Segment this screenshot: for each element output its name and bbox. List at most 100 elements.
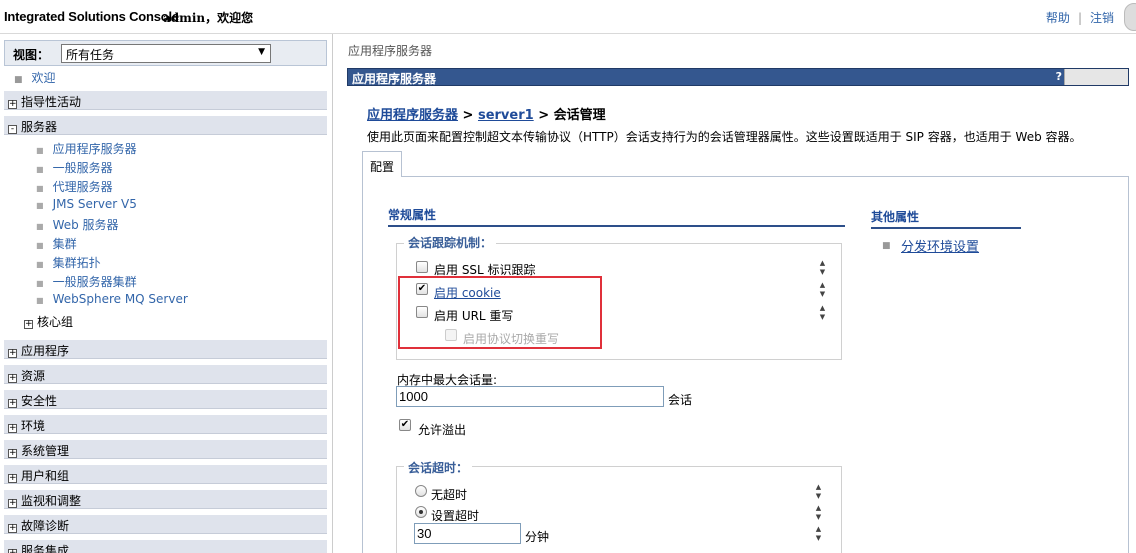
max-sessions-unit: 会话 bbox=[668, 393, 693, 407]
expand-icon: + bbox=[8, 348, 17, 358]
banner-separator: | bbox=[1077, 11, 1082, 25]
portlet-title: 应用程序服务器 bbox=[352, 72, 437, 86]
nav-category-resources[interactable]: + 资源 bbox=[4, 365, 327, 384]
nav-category-label: 资源 bbox=[21, 369, 46, 383]
timeout-value-spinner-icon[interactable]: ▲ ▼ bbox=[814, 525, 823, 547]
breadcrumb-current: 会话管理 bbox=[553, 108, 606, 123]
expand-icon: + bbox=[24, 319, 33, 329]
nav-category-label: 故障诊断 bbox=[21, 519, 70, 533]
nav-category-label: 监视和调整 bbox=[21, 494, 82, 508]
collapse-icon: - bbox=[8, 125, 17, 134]
welcome-user: admin，欢迎您 bbox=[163, 11, 254, 25]
page-description: 使用此页面来配置控制超文本传输协议（HTTP）会话支持行为的会话管理器属性。这些… bbox=[367, 130, 1082, 144]
highlight-box bbox=[398, 276, 602, 349]
nav-category-users-groups[interactable]: + 用户和组 bbox=[4, 465, 327, 484]
nav-category-monitoring[interactable]: + 监视和调整 bbox=[4, 490, 327, 509]
nav-item-label: 应用程序服务器 bbox=[52, 142, 137, 156]
ssl-tracking-checkbox[interactable] bbox=[416, 261, 428, 273]
no-timeout-label: 无超时 bbox=[431, 488, 468, 502]
view-selector-bar: 视图： 所有任务 ▼ bbox=[4, 40, 327, 66]
nav-item-cluster-topology[interactable]: ■ 集群拓扑 bbox=[36, 254, 101, 271]
bullet-icon: ■ bbox=[36, 201, 44, 210]
portlet-titlebar: 应用程序服务器 ? bbox=[347, 68, 1129, 86]
nav-item-label: 集群拓扑 bbox=[52, 256, 101, 270]
nav-category-applications[interactable]: + 应用程序 bbox=[4, 340, 327, 359]
nav-item-clusters[interactable]: ■ 集群 bbox=[36, 235, 77, 252]
nav-item-core-group[interactable]: + 核心组 bbox=[24, 313, 73, 330]
set-timeout-label: 设置超时 bbox=[431, 509, 480, 523]
nav-item-label: 一般服务器集群 bbox=[52, 275, 137, 289]
banner-links: 帮助 | 注销 bbox=[1046, 9, 1114, 26]
nav-category-label: 应用程序 bbox=[21, 344, 70, 358]
nav-item-proxy-servers[interactable]: ■ 代理服务器 bbox=[36, 178, 113, 195]
nav-category-label: 安全性 bbox=[21, 394, 58, 408]
set-timeout-spinner-icon[interactable]: ▲ ▼ bbox=[814, 504, 823, 526]
nav-category-label: 服务器 bbox=[21, 120, 58, 134]
allow-overflow-checkbox[interactable]: ✔ bbox=[399, 419, 411, 431]
nav-item-label: 核心组 bbox=[37, 315, 74, 329]
set-timeout-radio[interactable] bbox=[415, 506, 427, 518]
bullet-icon: ■ bbox=[36, 296, 44, 305]
nav-item-generic-servers[interactable]: ■ 一般服务器 bbox=[36, 159, 113, 176]
nav-category-troubleshooting[interactable]: + 故障诊断 bbox=[4, 515, 327, 534]
nav-item-label: Web 服务器 bbox=[52, 218, 119, 232]
view-label: 视图： bbox=[13, 48, 50, 62]
expand-icon: + bbox=[8, 398, 17, 408]
nav-item-label: 代理服务器 bbox=[52, 180, 113, 194]
bullet-icon: ■ bbox=[36, 260, 44, 269]
help-icon[interactable]: ? bbox=[1056, 70, 1062, 83]
nav-category-guided[interactable]: + 指导性活动 bbox=[4, 91, 327, 110]
nav-category-security[interactable]: + 安全性 bbox=[4, 390, 327, 409]
nav-item-label: 一般服务器 bbox=[52, 161, 113, 175]
other-properties-title: 其他属性 bbox=[871, 208, 1021, 229]
ssl-spinner-icon[interactable]: ▲ ▼ bbox=[818, 259, 827, 281]
nav-category-label: 环境 bbox=[21, 419, 46, 433]
breadcrumb-server1-link[interactable]: server1 bbox=[478, 108, 534, 123]
max-sessions-input[interactable] bbox=[396, 386, 664, 407]
expand-icon: + bbox=[8, 373, 17, 383]
expand-icon: + bbox=[8, 99, 17, 109]
nav-category-label: 系统管理 bbox=[21, 444, 70, 458]
nav-category-label: 服务集成 bbox=[21, 544, 70, 553]
navigation-tree: 视图： 所有任务 ▼ ■ 欢迎 + 指导性活动 - 服务器 ■ 应用程序服务器 ■ 一般服… bbox=[0, 34, 333, 553]
nav-category-environment[interactable]: + 环境 bbox=[4, 415, 327, 434]
cookie-spinner-icon[interactable]: ▲ ▼ bbox=[818, 281, 827, 303]
nav-welcome-link[interactable]: ■ 欢迎 bbox=[14, 69, 56, 86]
timeout-minutes-input[interactable] bbox=[414, 523, 521, 544]
general-properties-title: 常规属性 bbox=[388, 206, 845, 227]
tab-configuration[interactable]: 配置 bbox=[362, 151, 402, 177]
no-timeout-radio[interactable] bbox=[415, 485, 427, 497]
bullet-icon: ■ bbox=[882, 241, 891, 251]
breadcrumb-separator: > bbox=[458, 108, 478, 123]
breadcrumb-separator: > bbox=[533, 108, 554, 123]
nav-item-app-servers[interactable]: ■ 应用程序服务器 bbox=[36, 140, 137, 157]
expand-icon: + bbox=[8, 473, 17, 483]
expand-icon: + bbox=[8, 523, 17, 533]
nav-item-label: 集群 bbox=[52, 237, 77, 251]
nav-item-jms-server[interactable]: ■ JMS Server V5 bbox=[36, 197, 137, 211]
nav-item-mq-server[interactable]: ■ WebSphere MQ Server bbox=[36, 292, 188, 306]
titlebar-scroll-area bbox=[1064, 69, 1128, 85]
nav-category-servers[interactable]: - 服务器 bbox=[4, 116, 327, 135]
nav-item-generic-clusters[interactable]: ■ 一般服务器集群 bbox=[36, 273, 137, 290]
nav-category-service-integration[interactable]: + 服务集成 bbox=[4, 540, 327, 553]
top-banner: Integrated Solutions Console admin，欢迎您 帮… bbox=[0, 0, 1136, 34]
nav-item-label: JMS Server V5 bbox=[52, 197, 137, 211]
scrollbar-nub[interactable] bbox=[1124, 3, 1136, 31]
main-content: 应用程序服务器 应用程序服务器 ? 应用程序服务器 > server1 > 会话… bbox=[340, 34, 1136, 553]
bullet-icon: ■ bbox=[36, 279, 44, 288]
distributed-env-link[interactable]: 分发环境设置 bbox=[901, 236, 979, 255]
nav-category-system-admin[interactable]: + 系统管理 bbox=[4, 440, 327, 459]
nav-item-web-servers[interactable]: ■ Web 服务器 bbox=[36, 216, 119, 233]
no-timeout-spinner-icon[interactable]: ▲ ▼ bbox=[814, 483, 823, 505]
bullet-icon: ■ bbox=[36, 222, 44, 231]
nav-item-label: WebSphere MQ Server bbox=[52, 292, 188, 306]
help-link[interactable]: 帮助 bbox=[1046, 11, 1070, 25]
logout-link[interactable]: 注销 bbox=[1090, 11, 1114, 25]
view-select-value: 所有任务 bbox=[66, 48, 115, 62]
view-select[interactable]: 所有任务 ▼ bbox=[61, 44, 271, 63]
bullet-icon: ■ bbox=[14, 75, 23, 85]
breadcrumb-app-servers-link[interactable]: 应用程序服务器 bbox=[367, 108, 458, 123]
expand-icon: + bbox=[8, 423, 17, 433]
url-spinner-icon[interactable]: ▲ ▼ bbox=[818, 304, 827, 326]
